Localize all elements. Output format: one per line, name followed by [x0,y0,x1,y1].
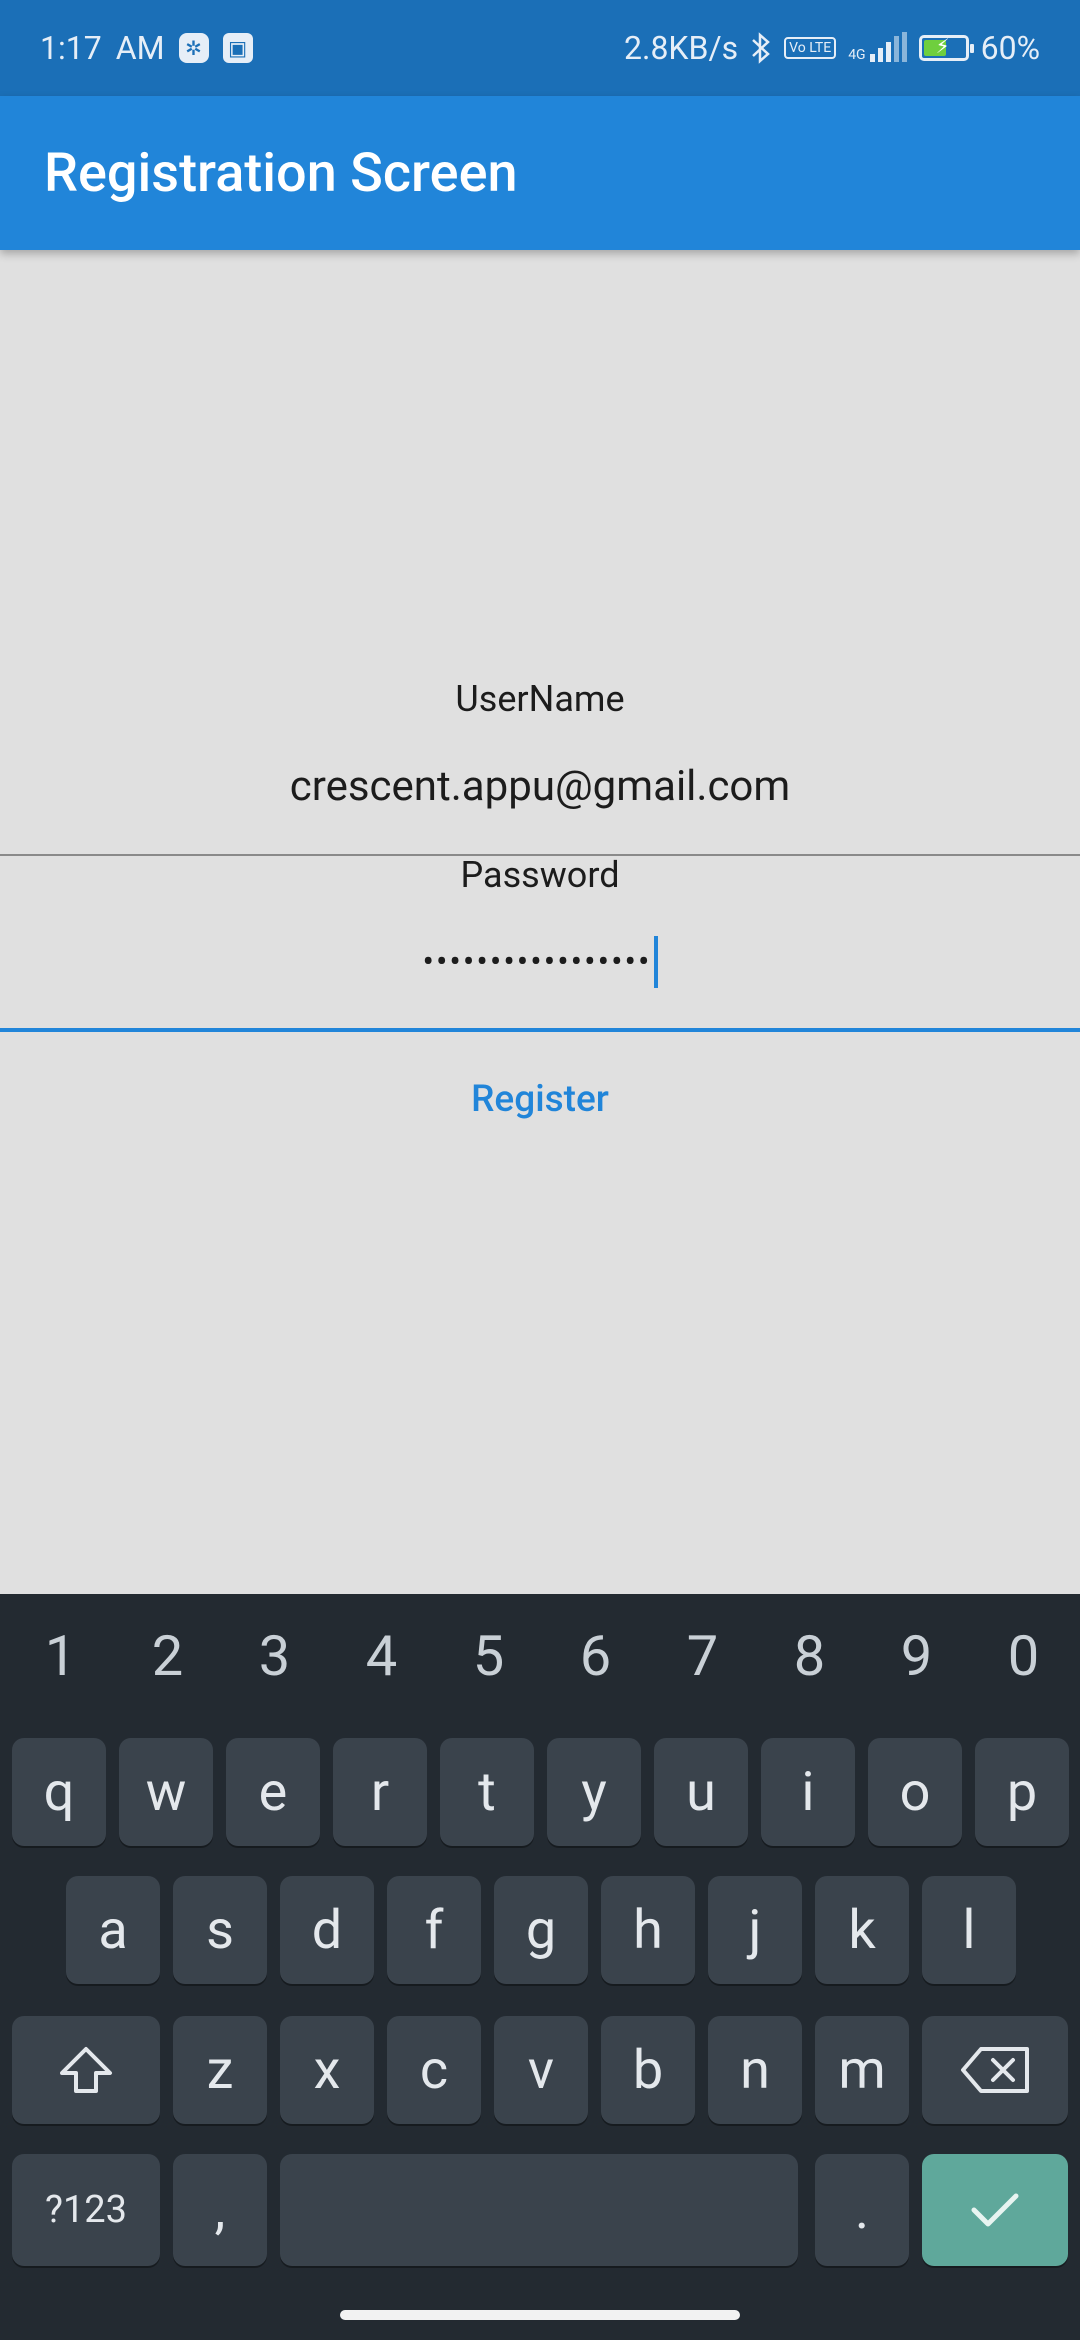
password-field[interactable]: ••••••••••••••••• [0,936,1080,988]
key-e[interactable]: e [226,1738,320,1846]
key-l[interactable]: l [922,1876,1016,1984]
key-k[interactable]: k [815,1876,909,1984]
password-label: Password [460,854,620,896]
network-type: 4G [848,47,866,63]
status-right: 2.8KB/s Vo LTE 4G ⚡ 60% [624,29,1040,67]
backspace-icon [961,2047,1029,2093]
key-w[interactable]: w [119,1738,213,1846]
home-indicator[interactable] [340,2310,740,2320]
key-8[interactable]: 8 [756,1594,863,1718]
key-v[interactable]: v [494,2016,588,2124]
app-notification-icon: ▣ [222,33,253,63]
shift-icon [60,2047,112,2093]
key-t[interactable]: t [440,1738,534,1846]
key-3[interactable]: 3 [221,1594,328,1718]
page-title: Registration Screen [44,141,518,205]
key-o[interactable]: o [868,1738,962,1846]
done-key[interactable] [922,2154,1068,2266]
key-x[interactable]: x [280,2016,374,2124]
period-key[interactable]: . [815,2154,909,2266]
bluetooth-icon [750,31,772,65]
username-field[interactable]: crescent.appu@gmail.com [0,762,1080,811]
key-b[interactable]: b [601,2016,695,2124]
key-c[interactable]: c [387,2016,481,2124]
key-2[interactable]: 2 [114,1594,221,1718]
key-1[interactable]: 1 [7,1594,114,1718]
text-cursor [653,936,658,988]
key-9[interactable]: 9 [863,1594,970,1718]
key-4[interactable]: 4 [328,1594,435,1718]
key-n[interactable]: n [708,2016,802,2124]
shift-key[interactable] [12,2016,160,2124]
battery-icon: ⚡ [918,34,974,61]
status-time: 1:17 [40,29,102,67]
password-underline [0,1028,1080,1032]
key-z[interactable]: z [173,2016,267,2124]
key-r[interactable]: r [333,1738,427,1846]
comma-key[interactable]: , [173,2154,267,2266]
checkmark-icon [971,2193,1019,2227]
key-0[interactable]: 0 [970,1594,1077,1718]
key-m[interactable]: m [815,2016,909,2124]
settings-notification-icon: ✲ [178,33,209,63]
key-7[interactable]: 7 [649,1594,756,1718]
username-label: UserName [455,678,625,720]
network-speed: 2.8KB/s [624,29,739,67]
key-i[interactable]: i [761,1738,855,1846]
key-q[interactable]: q [12,1738,106,1846]
key-f[interactable]: f [387,1876,481,1984]
signal-icon: 4G [848,32,907,63]
key-y[interactable]: y [547,1738,641,1846]
app-bar: Registration Screen [0,96,1080,250]
key-6[interactable]: 6 [542,1594,649,1718]
key-u[interactable]: u [654,1738,748,1846]
symbols-key[interactable]: ?123 [12,2154,160,2266]
key-h[interactable]: h [601,1876,695,1984]
status-ampm: AM [115,29,165,67]
key-j[interactable]: j [708,1876,802,1984]
battery-percent: 60% [980,29,1040,67]
space-key[interactable] [280,2154,798,2266]
keyboard-number-row: 1 2 3 4 5 6 7 8 9 0 [0,1594,1080,1718]
backspace-key[interactable] [922,2016,1068,2124]
register-button[interactable]: Register [380,1064,700,1134]
status-bar: 1:17 AM ✲ ▣ 2.8KB/s Vo LTE 4G ⚡ 60% [0,0,1080,96]
password-value: ••••••••••••••••• [422,942,652,982]
key-5[interactable]: 5 [435,1594,542,1718]
status-left: 1:17 AM ✲ ▣ [40,29,253,67]
volte-icon: Vo LTE [784,37,837,59]
key-a[interactable]: a [66,1876,160,1984]
key-g[interactable]: g [494,1876,588,1984]
key-s[interactable]: s [173,1876,267,1984]
key-d[interactable]: d [280,1876,374,1984]
key-p[interactable]: p [975,1738,1069,1846]
